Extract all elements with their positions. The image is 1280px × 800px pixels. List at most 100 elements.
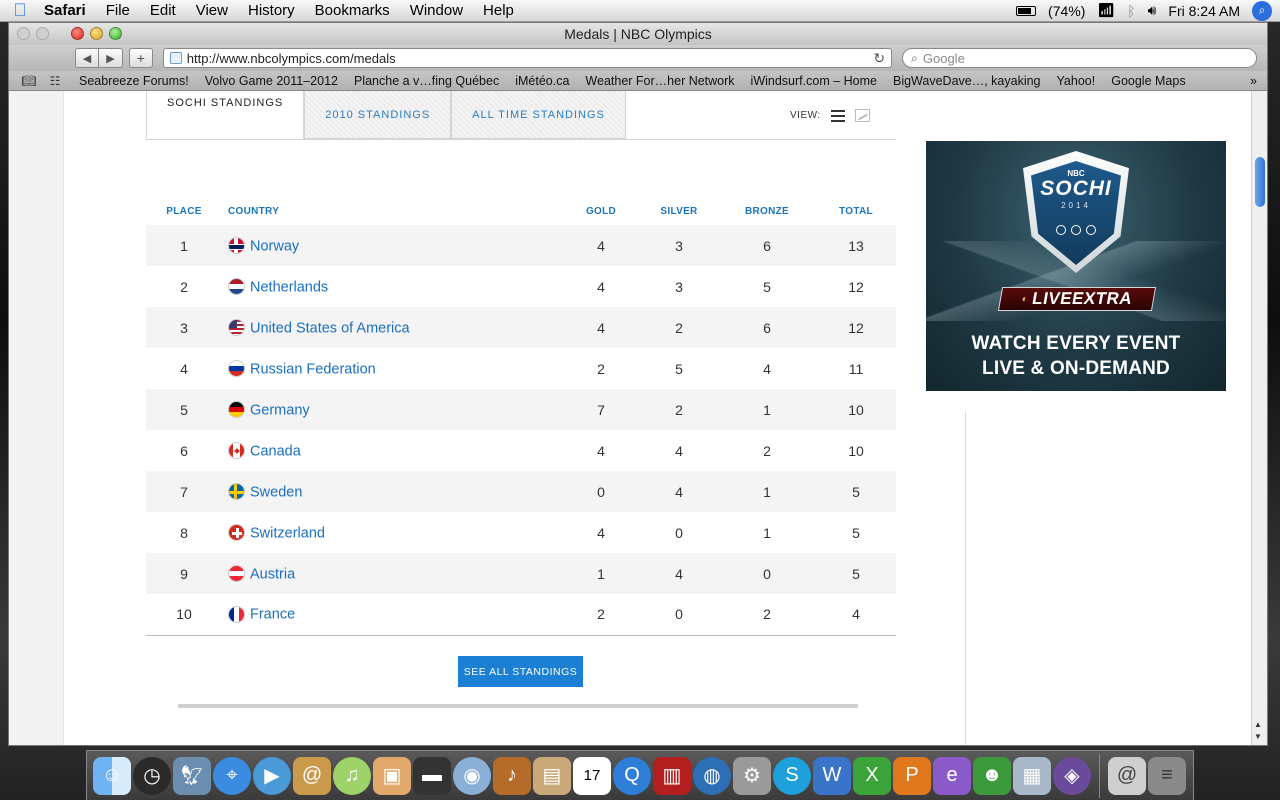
scrollbar-thumb[interactable] [1255, 157, 1265, 207]
header-place[interactable]: PLACE [146, 201, 222, 221]
bookmarks-book-icon[interactable]: 📖︎ [19, 74, 39, 88]
volume-icon[interactable]: 🔊︎ [1148, 2, 1157, 19]
top-sites-grid-icon[interactable]: ☷ [45, 74, 65, 88]
country-link[interactable]: Russian Federation [250, 361, 376, 377]
ical-icon[interactable]: 17 [573, 756, 611, 795]
finder-icon[interactable]: ☺ [93, 756, 131, 795]
ichat-icon[interactable]: ▶ [253, 756, 291, 795]
safari-icon[interactable]: ⌖ [213, 756, 251, 795]
applications-folder-icon[interactable]: ▦ [1013, 756, 1051, 795]
menu-help[interactable]: Help [473, 2, 524, 19]
cell-place: 2 [146, 266, 222, 307]
itunes-icon[interactable]: ♫ [333, 756, 371, 795]
google-earth-icon[interactable]: ◍ [693, 756, 731, 795]
country-link[interactable]: Switzerland [250, 525, 325, 541]
vertical-scrollbar[interactable]: ▲ ▼ [1251, 91, 1267, 745]
menu-bookmarks[interactable]: Bookmarks [305, 2, 400, 19]
add-bookmark-button[interactable]: + [129, 48, 153, 68]
idvd-icon[interactable]: ◉ [453, 756, 491, 795]
chart-view-icon[interactable] [854, 109, 870, 122]
list-view-icon[interactable] [830, 109, 845, 122]
sochi-live-extra-ad[interactable]: NBC SOCHI 2014 ◐ LIVEEXTRA WATCH EVERY E… [926, 141, 1226, 391]
bookmark-item[interactable]: BigWaveDave…, kayaking [885, 74, 1049, 88]
bookmark-item[interactable]: iMétéo.ca [507, 74, 577, 88]
header-gold[interactable]: GOLD [562, 201, 640, 221]
photo-booth-icon[interactable]: ▥ [653, 756, 691, 795]
bookmark-item[interactable]: Yahoo! [1049, 74, 1104, 88]
trash-icon[interactable]: ≡ [1148, 756, 1186, 795]
menu-app[interactable]: Safari [40, 2, 96, 19]
mail-stamp-icon[interactable]: @ [1108, 756, 1146, 795]
battery-icon[interactable] [1016, 5, 1037, 16]
iphoto-icon[interactable]: ▣ [373, 756, 411, 795]
spotlight-icon[interactable]: ⌕ [1252, 0, 1272, 21]
country-link[interactable]: France [250, 607, 295, 623]
bookmark-item[interactable]: Seabreeze Forums! [71, 74, 197, 88]
messenger-icon[interactable]: ☻ [973, 756, 1011, 795]
quicktime-icon[interactable]: Q [613, 756, 651, 795]
bookmark-item[interactable]: iWindsurf.com – Home [743, 74, 885, 88]
cell-silver: 2 [640, 307, 718, 348]
cell-gold: 4 [562, 430, 640, 471]
shield-app-icon[interactable]: ◈ [1053, 756, 1091, 795]
menu-window[interactable]: Window [400, 2, 473, 19]
bookmark-item[interactable]: Weather For…her Network [577, 74, 742, 88]
menu-history[interactable]: History [238, 2, 305, 19]
menu-file[interactable]: File [96, 2, 140, 19]
skype-icon[interactable]: S [773, 756, 811, 795]
excel-icon[interactable]: X [853, 756, 891, 795]
wifi-icon[interactable]: 📶︎ [1097, 2, 1115, 19]
close-button[interactable] [71, 27, 84, 40]
tab-sochi-standings[interactable]: SOCHI STANDINGS [146, 91, 305, 139]
reload-icon[interactable]: ↻ [873, 50, 885, 67]
powerpoint-icon[interactable]: P [893, 756, 931, 795]
scroll-arrows-icon[interactable]: ▲ ▼ [1254, 719, 1262, 743]
bookmark-item[interactable]: Volvo Game 2011–2012 [197, 74, 346, 88]
country-link[interactable]: Germany [250, 402, 310, 418]
page-gutter [9, 91, 63, 745]
country-link[interactable]: Netherlands [250, 279, 328, 295]
cell-bronze: 1 [718, 389, 816, 430]
imovie-icon[interactable]: ▬ [413, 756, 451, 795]
preview-icon[interactable]: ▤ [533, 756, 571, 795]
cell-country: Russian Federation [222, 348, 562, 389]
search-field[interactable]: ⌕ Google [902, 48, 1257, 68]
header-country[interactable]: COUNTRY [222, 201, 562, 221]
bluetooth-icon[interactable]: ᛒ [1127, 3, 1135, 19]
address-bar[interactable]: http://www.nbcolympics.com/medals ↻ [162, 48, 893, 68]
zoom-button[interactable] [109, 27, 122, 40]
country-link[interactable]: Austria [250, 566, 295, 582]
country-link[interactable]: Norway [250, 238, 299, 254]
minimize-button[interactable] [90, 27, 103, 40]
apple-menu-icon[interactable]:  [0, 0, 40, 21]
menu-view[interactable]: View [186, 2, 238, 19]
url-text: http://www.nbcolympics.com/medals [186, 50, 396, 66]
back-button[interactable]: ◀ [75, 48, 99, 68]
system-preferences-icon[interactable]: ⚙ [733, 756, 771, 795]
country-link[interactable]: Sweden [250, 484, 302, 500]
country-link[interactable]: United States of America [250, 320, 410, 336]
bookmarks-overflow-icon[interactable]: » [1250, 74, 1257, 88]
header-silver[interactable]: SILVER [640, 201, 718, 221]
cell-country: France [222, 594, 562, 636]
tab-2010-standings[interactable]: 2010 STANDINGS [304, 91, 452, 139]
forward-button[interactable]: ▶ [99, 48, 123, 68]
menu-edit[interactable]: Edit [140, 2, 186, 19]
dashboard-icon[interactable]: ◷ [133, 756, 171, 795]
see-all-standings-button[interactable]: SEE ALL STANDINGS [458, 656, 583, 687]
cell-silver: 2 [640, 389, 718, 430]
clock[interactable]: Fri 8:24 AM [1168, 3, 1240, 19]
cell-country: Austria [222, 553, 562, 594]
header-total[interactable]: TOTAL [816, 201, 896, 221]
garageband-icon[interactable]: ♪ [493, 756, 531, 795]
tab-all-time-standings[interactable]: ALL TIME STANDINGS [451, 91, 626, 139]
address-book-icon[interactable]: @ [293, 756, 331, 795]
eagle-app-icon[interactable]: 🦅︎ [173, 756, 211, 795]
cell-place: 6 [146, 430, 222, 471]
word-icon[interactable]: W [813, 756, 851, 795]
bookmark-item[interactable]: Google Maps [1103, 74, 1193, 88]
country-link[interactable]: Canada [250, 443, 301, 459]
entourage-icon[interactable]: e [933, 756, 971, 795]
header-bronze[interactable]: BRONZE [718, 201, 816, 221]
bookmark-item[interactable]: Planche a v…fing Québec [346, 74, 507, 88]
